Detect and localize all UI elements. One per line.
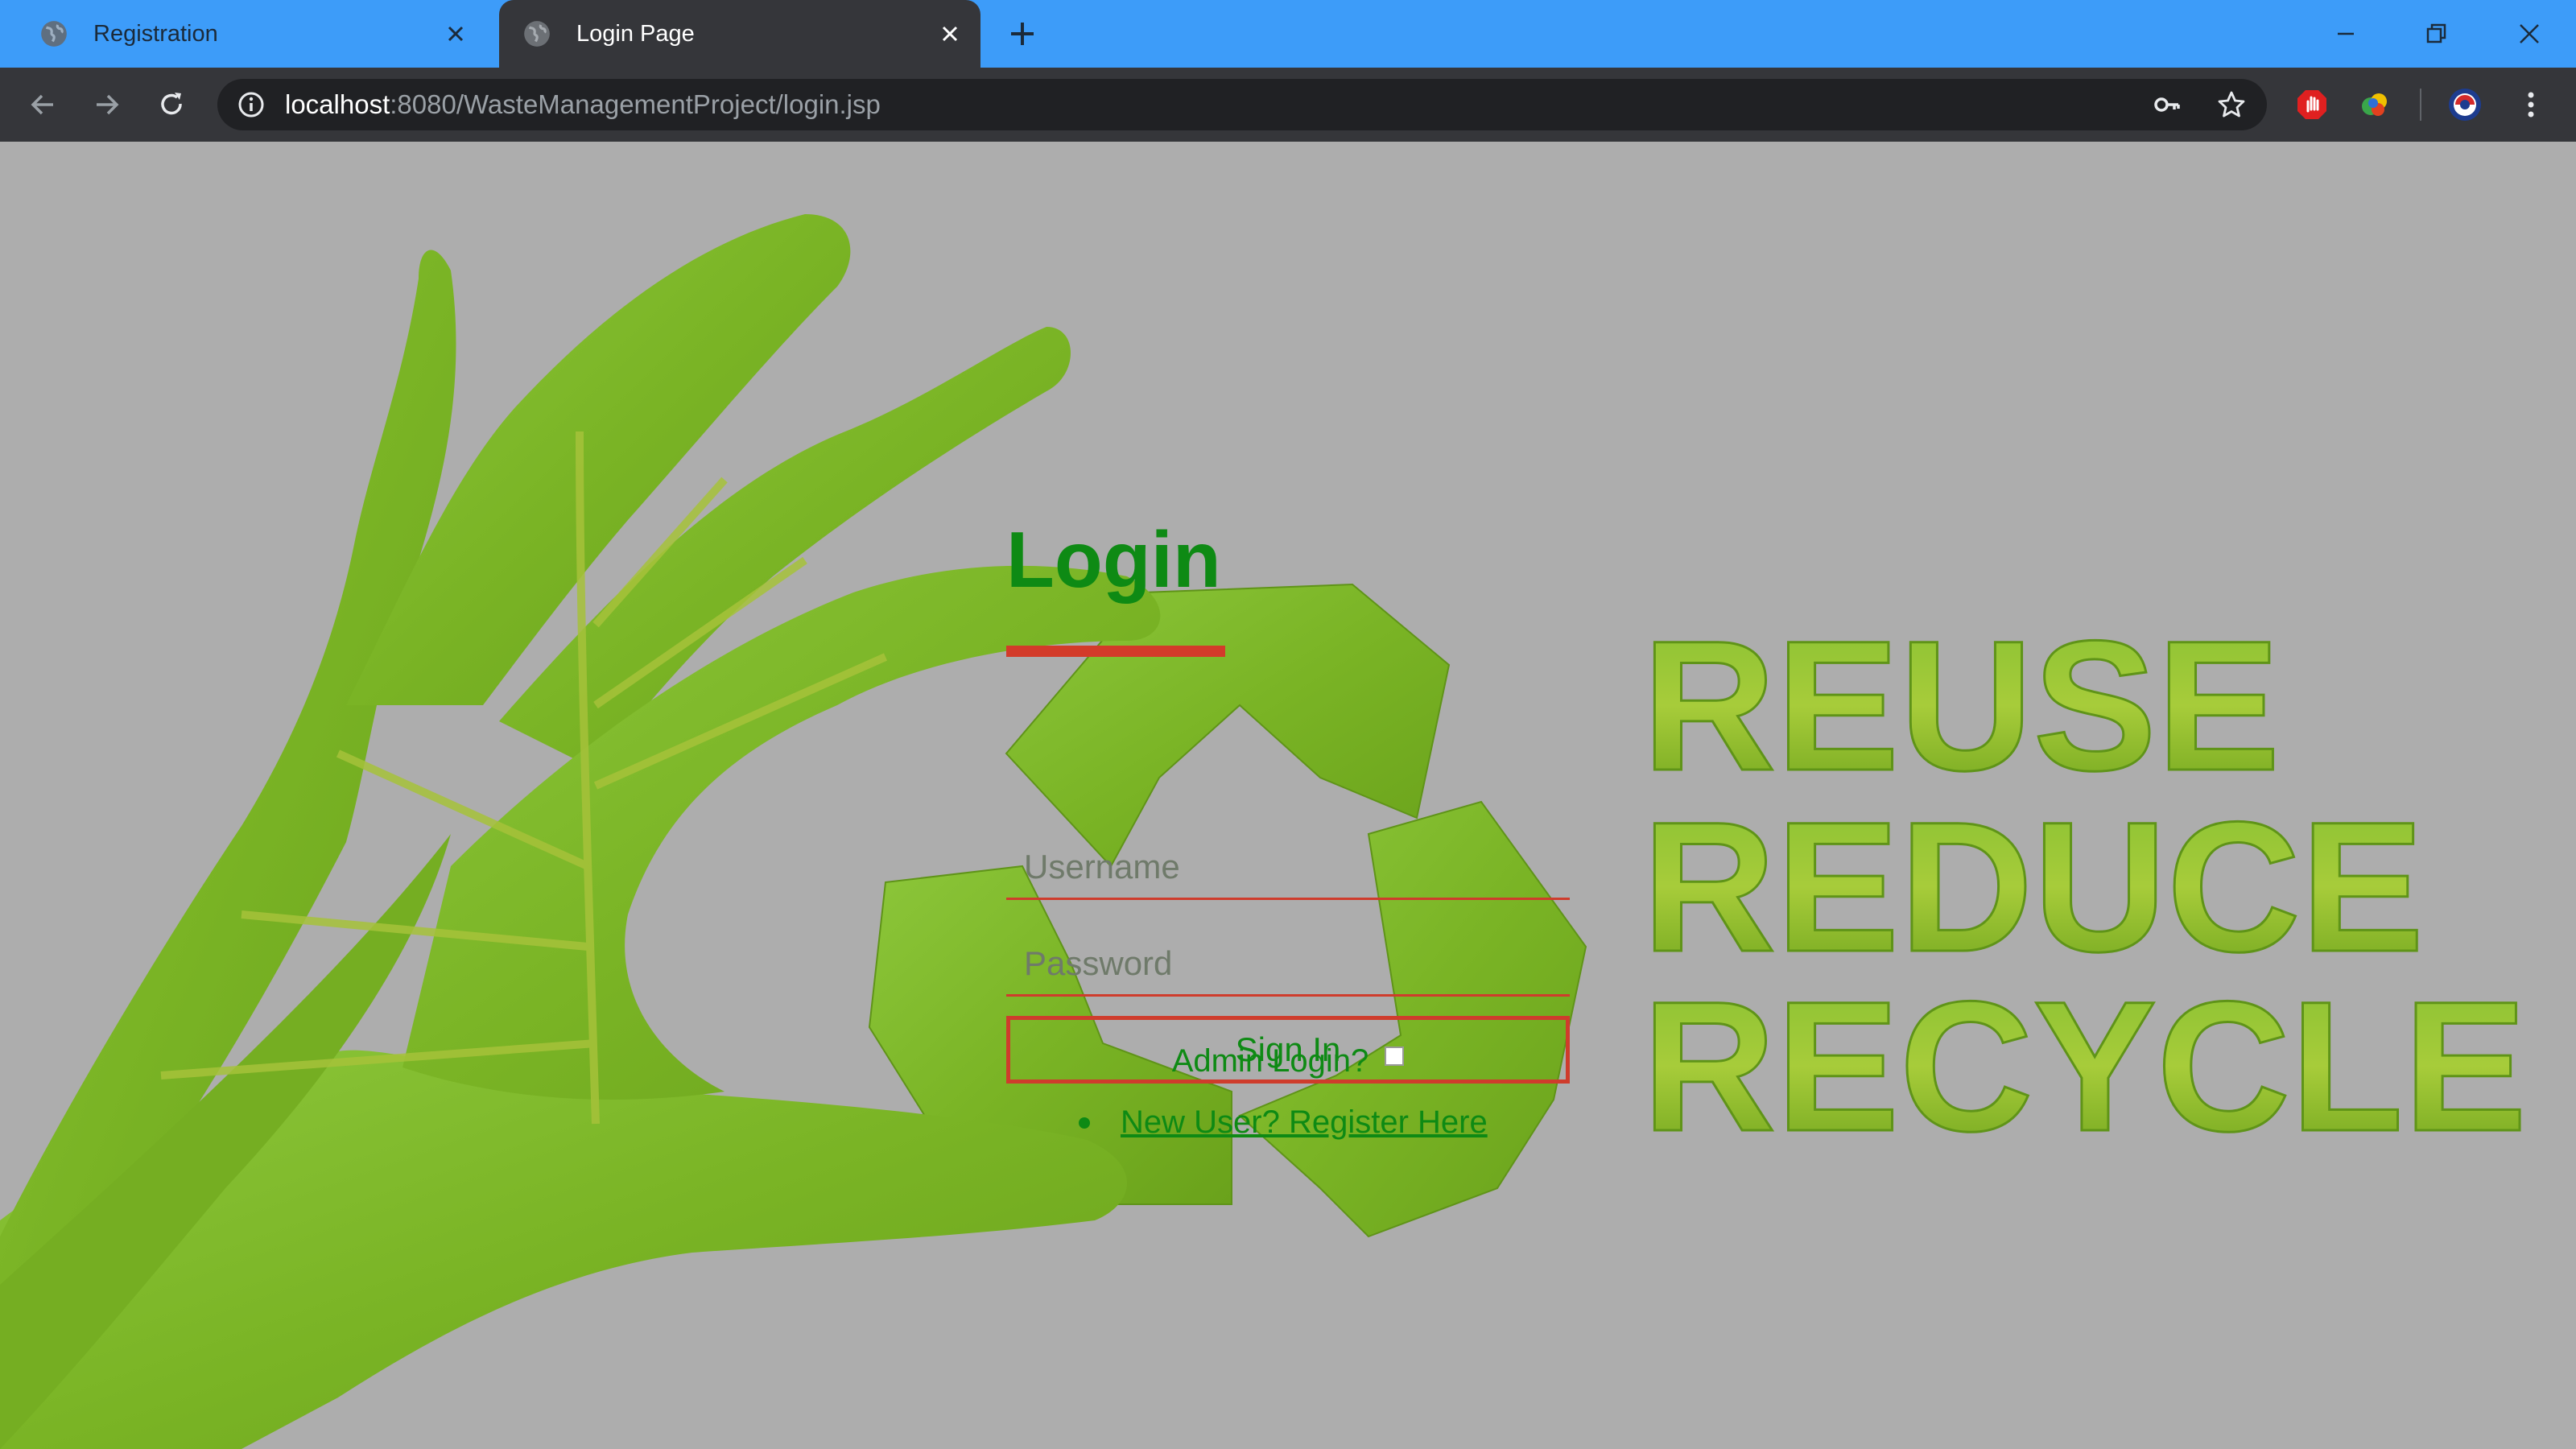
leaf-hand-background: REUSE REDUCE RECYCLE	[0, 214, 2529, 1449]
globe-icon	[41, 21, 67, 47]
tab-strip: Registration Login Page	[0, 0, 2576, 68]
slogan-recycle: RECYCLE	[1642, 963, 2527, 1170]
close-icon[interactable]	[934, 18, 966, 50]
address-bar[interactable]: localhost:8080/WasteManagementProject/lo…	[217, 79, 2267, 130]
login-page: REUSE REDUCE RECYCLE Login Admin Login? …	[0, 142, 2576, 1449]
reload-icon[interactable]	[153, 86, 190, 123]
sign-in-button[interactable]: Sign In	[1006, 1016, 1570, 1084]
key-icon[interactable]	[2151, 89, 2183, 121]
tab-title: Registration	[93, 20, 218, 47]
register-list: New User? Register Here	[1079, 1104, 1488, 1141]
slogan-reuse: REUSE	[1642, 602, 2280, 809]
username-input[interactable]	[1006, 836, 1570, 900]
bullet-icon	[1079, 1117, 1090, 1129]
info-icon[interactable]	[237, 90, 266, 119]
menu-icon[interactable]	[2513, 87, 2549, 122]
restore-icon[interactable]	[2417, 14, 2455, 53]
profile-avatar-icon[interactable]	[2447, 87, 2483, 122]
tab-title: Login Page	[576, 20, 695, 47]
globe-icon	[524, 21, 550, 47]
url-text: localhost:8080/WasteManagementProject/lo…	[285, 89, 881, 119]
new-tab-icon[interactable]	[1006, 18, 1038, 50]
forward-icon[interactable]	[89, 86, 126, 123]
tab-login-page[interactable]: Login Page	[499, 0, 980, 68]
list-item: New User? Register Here	[1079, 1104, 1488, 1141]
password-input[interactable]	[1006, 932, 1570, 997]
adblock-extension-icon[interactable]	[2294, 87, 2330, 122]
leaf-hand-icon	[0, 214, 1161, 1449]
browser-toolbar: localhost:8080/WasteManagementProject/lo…	[0, 68, 2576, 142]
close-icon[interactable]	[440, 18, 472, 50]
color-extension-icon[interactable]	[2357, 87, 2392, 122]
page-title: Login	[1006, 515, 1221, 604]
toolbar-separator	[2420, 89, 2421, 121]
title-underline	[1006, 646, 1225, 657]
slogan-reduce: REDUCE	[1642, 783, 2424, 990]
slogan-words: REUSE REDUCE RECYCLE	[1641, 601, 2529, 1171]
bookmark-star-icon[interactable]	[2215, 89, 2248, 121]
tab-registration[interactable]: Registration	[16, 0, 486, 68]
window-close-icon[interactable]	[2510, 14, 2549, 53]
minimize-icon[interactable]	[2326, 14, 2365, 53]
register-link[interactable]: New User? Register Here	[1121, 1104, 1488, 1141]
back-icon[interactable]	[24, 86, 61, 123]
